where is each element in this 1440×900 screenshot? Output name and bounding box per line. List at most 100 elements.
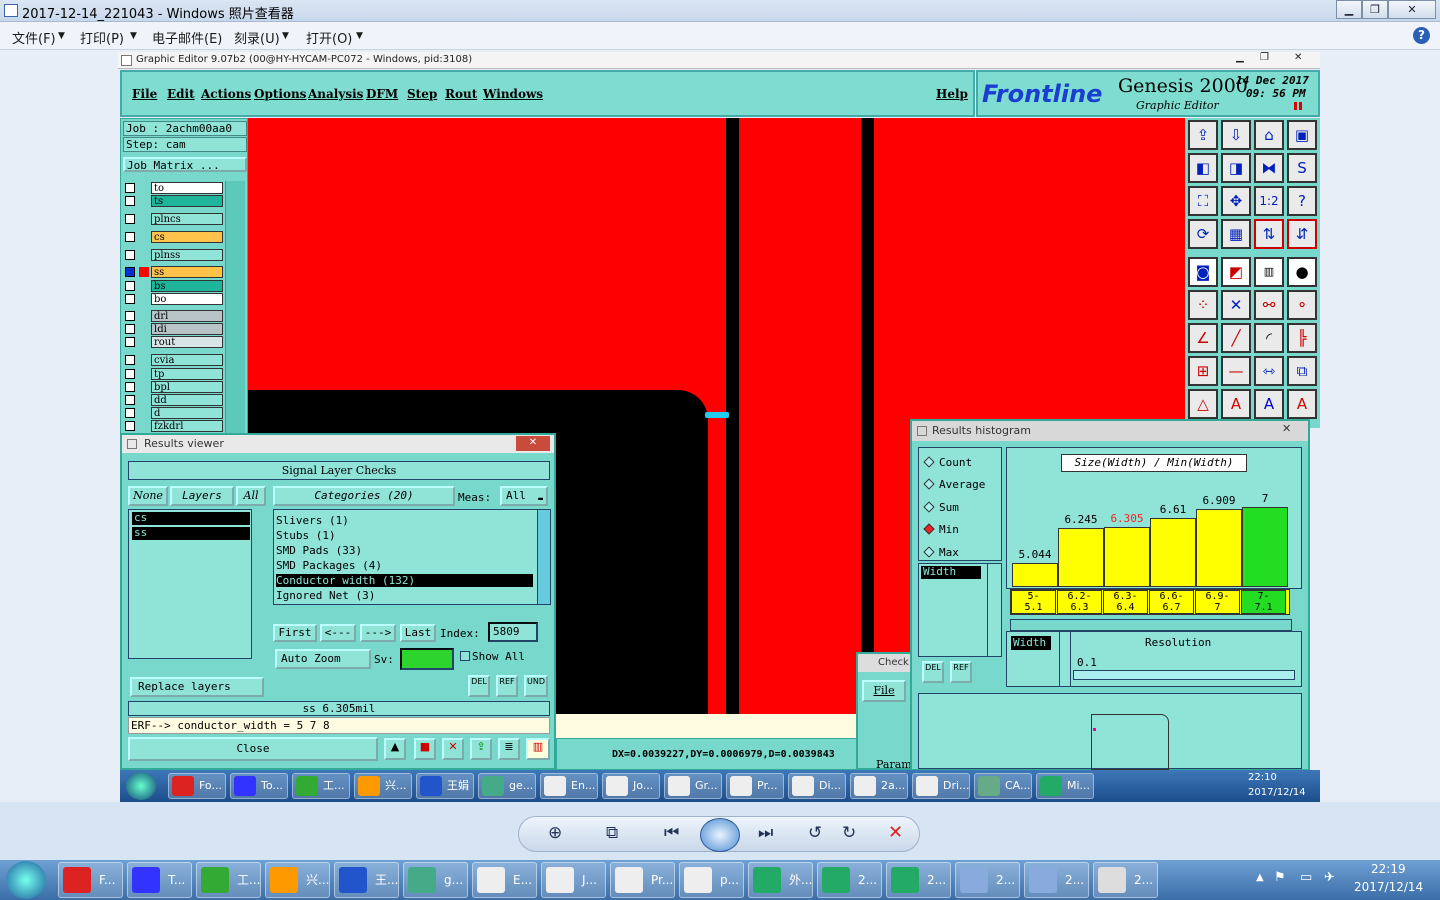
pad-pair-icon[interactable]: ⊞ xyxy=(1188,356,1218,386)
taskbar-button[interactable]: 外... xyxy=(748,862,813,898)
first-button[interactable]: First xyxy=(273,624,317,642)
tray-expand-icon[interactable]: ▲ xyxy=(1256,872,1264,883)
angle-icon[interactable]: ∠ xyxy=(1188,323,1218,353)
home-icon[interactable]: ⌂ xyxy=(1254,120,1284,150)
next-button[interactable]: ---> xyxy=(360,624,396,642)
layer-row-d[interactable]: d xyxy=(125,407,225,419)
tab-all[interactable]: All xyxy=(236,486,266,506)
layer-checkbox[interactable] xyxy=(125,183,135,193)
layer-name[interactable]: d xyxy=(151,407,223,419)
menu-step[interactable]: Step xyxy=(407,87,437,101)
snap-icon[interactable]: S xyxy=(1287,153,1317,183)
taskbar-button[interactable]: F... xyxy=(58,862,123,898)
layer-checkbox[interactable] xyxy=(125,382,135,392)
job-matrix-button[interactable]: Job Matrix ... xyxy=(123,157,247,172)
histogram-bar[interactable] xyxy=(1058,528,1104,587)
taskbar-button[interactable]: Pr... xyxy=(726,773,784,799)
menu-print[interactable]: 打印(P) xyxy=(80,28,124,47)
taskbar-button[interactable]: 兴... xyxy=(354,773,412,799)
pad-icon[interactable]: ● xyxy=(1287,257,1317,287)
menu-edit[interactable]: Edit xyxy=(167,87,195,101)
menu-file[interactable]: File xyxy=(132,87,157,101)
undo-icon[interactable]: UND xyxy=(524,675,548,697)
delete-icon[interactable]: ✕ xyxy=(888,822,903,843)
pan-left-icon[interactable]: ◧ xyxy=(1188,153,1218,183)
export-icon[interactable]: ⇪ xyxy=(470,738,492,760)
layer-name[interactable]: plnss xyxy=(151,249,223,261)
layer-name[interactable]: bs xyxy=(151,280,223,292)
histogram-bar[interactable] xyxy=(1242,507,1288,587)
resolution-scrollbar[interactable] xyxy=(1059,632,1071,686)
layer-checkbox[interactable] xyxy=(125,408,135,418)
layer-checkbox[interactable] xyxy=(125,421,135,431)
triangle-icon[interactable]: △ xyxy=(1188,389,1218,419)
layer-row-ldi[interactable]: ldi xyxy=(125,323,225,335)
list-item[interactable]: Stubs (1) xyxy=(276,529,336,542)
layer-name[interactable]: drl xyxy=(151,310,223,322)
close-icon[interactable]: ✕ xyxy=(1294,52,1302,63)
layer-row-ts[interactable]: ts xyxy=(125,195,225,207)
start-orb-icon[interactable] xyxy=(6,861,46,899)
layer-checkbox[interactable] xyxy=(125,311,135,321)
layer-name[interactable]: tp xyxy=(151,368,223,380)
next-icon[interactable]: ⏭ xyxy=(758,823,773,843)
start-orb-icon[interactable] xyxy=(126,772,156,800)
network-icon[interactable]: ⚑ xyxy=(1274,870,1286,885)
close-button[interactable]: ✕ xyxy=(1388,0,1436,19)
ref-result-icon[interactable]: REF xyxy=(496,675,518,697)
taskbar-button[interactable]: Pr... xyxy=(610,862,675,898)
layer-checkbox[interactable] xyxy=(125,294,135,304)
link-icon[interactable]: ⚯ xyxy=(1254,290,1284,320)
layer-row-rout[interactable]: rout xyxy=(125,336,225,348)
layer-name[interactable]: fzkdrl xyxy=(151,420,223,432)
taskbar-button[interactable]: Gr... xyxy=(664,773,722,799)
layer-row-ss[interactable]: ss xyxy=(125,266,225,278)
list-item[interactable]: cs xyxy=(132,512,250,525)
layer-name[interactable]: ldi xyxy=(151,323,223,335)
layer-name[interactable]: dd xyxy=(151,394,223,406)
menu-burn[interactable]: 刻录(U) xyxy=(234,28,280,47)
taskbar-button[interactable]: 2... xyxy=(886,862,951,898)
zoom-fit-icon[interactable]: ⛶ xyxy=(1188,186,1218,216)
resolution-slider[interactable] xyxy=(1073,670,1295,680)
list-item[interactable]: Slivers (1) xyxy=(276,514,349,527)
last-button[interactable]: Last xyxy=(400,624,436,642)
pan-right-icon[interactable]: ◨ xyxy=(1221,153,1251,183)
layer-row-bpl[interactable]: bpl xyxy=(125,381,225,393)
report-icon[interactable]: ≣ xyxy=(498,738,520,760)
layer-checkbox[interactable] xyxy=(125,324,135,334)
taskbar-button[interactable]: ge... xyxy=(478,773,536,799)
index-input[interactable]: 5809 xyxy=(488,622,538,642)
overlap-icon[interactable]: ⧉ xyxy=(1287,356,1317,386)
list-item-selected[interactable]: Width xyxy=(921,566,981,579)
help-icon[interactable]: ? xyxy=(1413,27,1430,44)
arc-icon[interactable]: ◜ xyxy=(1254,323,1284,353)
import-icon[interactable]: ⇩ xyxy=(1221,120,1251,150)
chevron-down-icon[interactable]: ▼ xyxy=(356,31,363,41)
chevron-down-icon[interactable]: ▼ xyxy=(282,31,289,41)
width-tab[interactable]: Width xyxy=(1011,636,1051,650)
taskbar-button[interactable]: Jo... xyxy=(602,773,660,799)
minus-icon[interactable]: — xyxy=(1221,356,1251,386)
window-icon[interactable]: ▣ xyxy=(1287,120,1317,150)
meas-dropdown[interactable]: All ▬ xyxy=(500,486,548,506)
layer-name[interactable]: rout xyxy=(151,336,223,348)
layer-name[interactable]: bpl xyxy=(151,381,223,393)
layer-checkbox[interactable] xyxy=(125,267,135,277)
layer-checkbox[interactable] xyxy=(125,355,135,365)
layer-checkbox[interactable] xyxy=(125,214,135,224)
close-icon[interactable]: ✕ xyxy=(1282,422,1291,435)
taskbar-button[interactable]: J... xyxy=(541,862,606,898)
list-item[interactable]: SMD Pads (33) xyxy=(276,544,362,557)
taskbar-button[interactable]: 工... xyxy=(292,773,350,799)
chevron-down-icon[interactable]: ▼ xyxy=(130,31,137,41)
layer-row-dd[interactable]: dd xyxy=(125,394,225,406)
redraw-icon[interactable]: ⟳ xyxy=(1188,219,1218,249)
taskbar-button[interactable]: Mi... xyxy=(1036,773,1094,799)
taskbar-button[interactable]: En... xyxy=(540,773,598,799)
histogram-icon[interactable]: ▥ xyxy=(526,738,550,760)
layer-name[interactable]: cvia xyxy=(151,354,223,366)
layer-checkbox[interactable] xyxy=(125,196,135,206)
option-sum[interactable]: Sum xyxy=(923,501,959,514)
taskbar-button[interactable]: Di... xyxy=(788,773,846,799)
